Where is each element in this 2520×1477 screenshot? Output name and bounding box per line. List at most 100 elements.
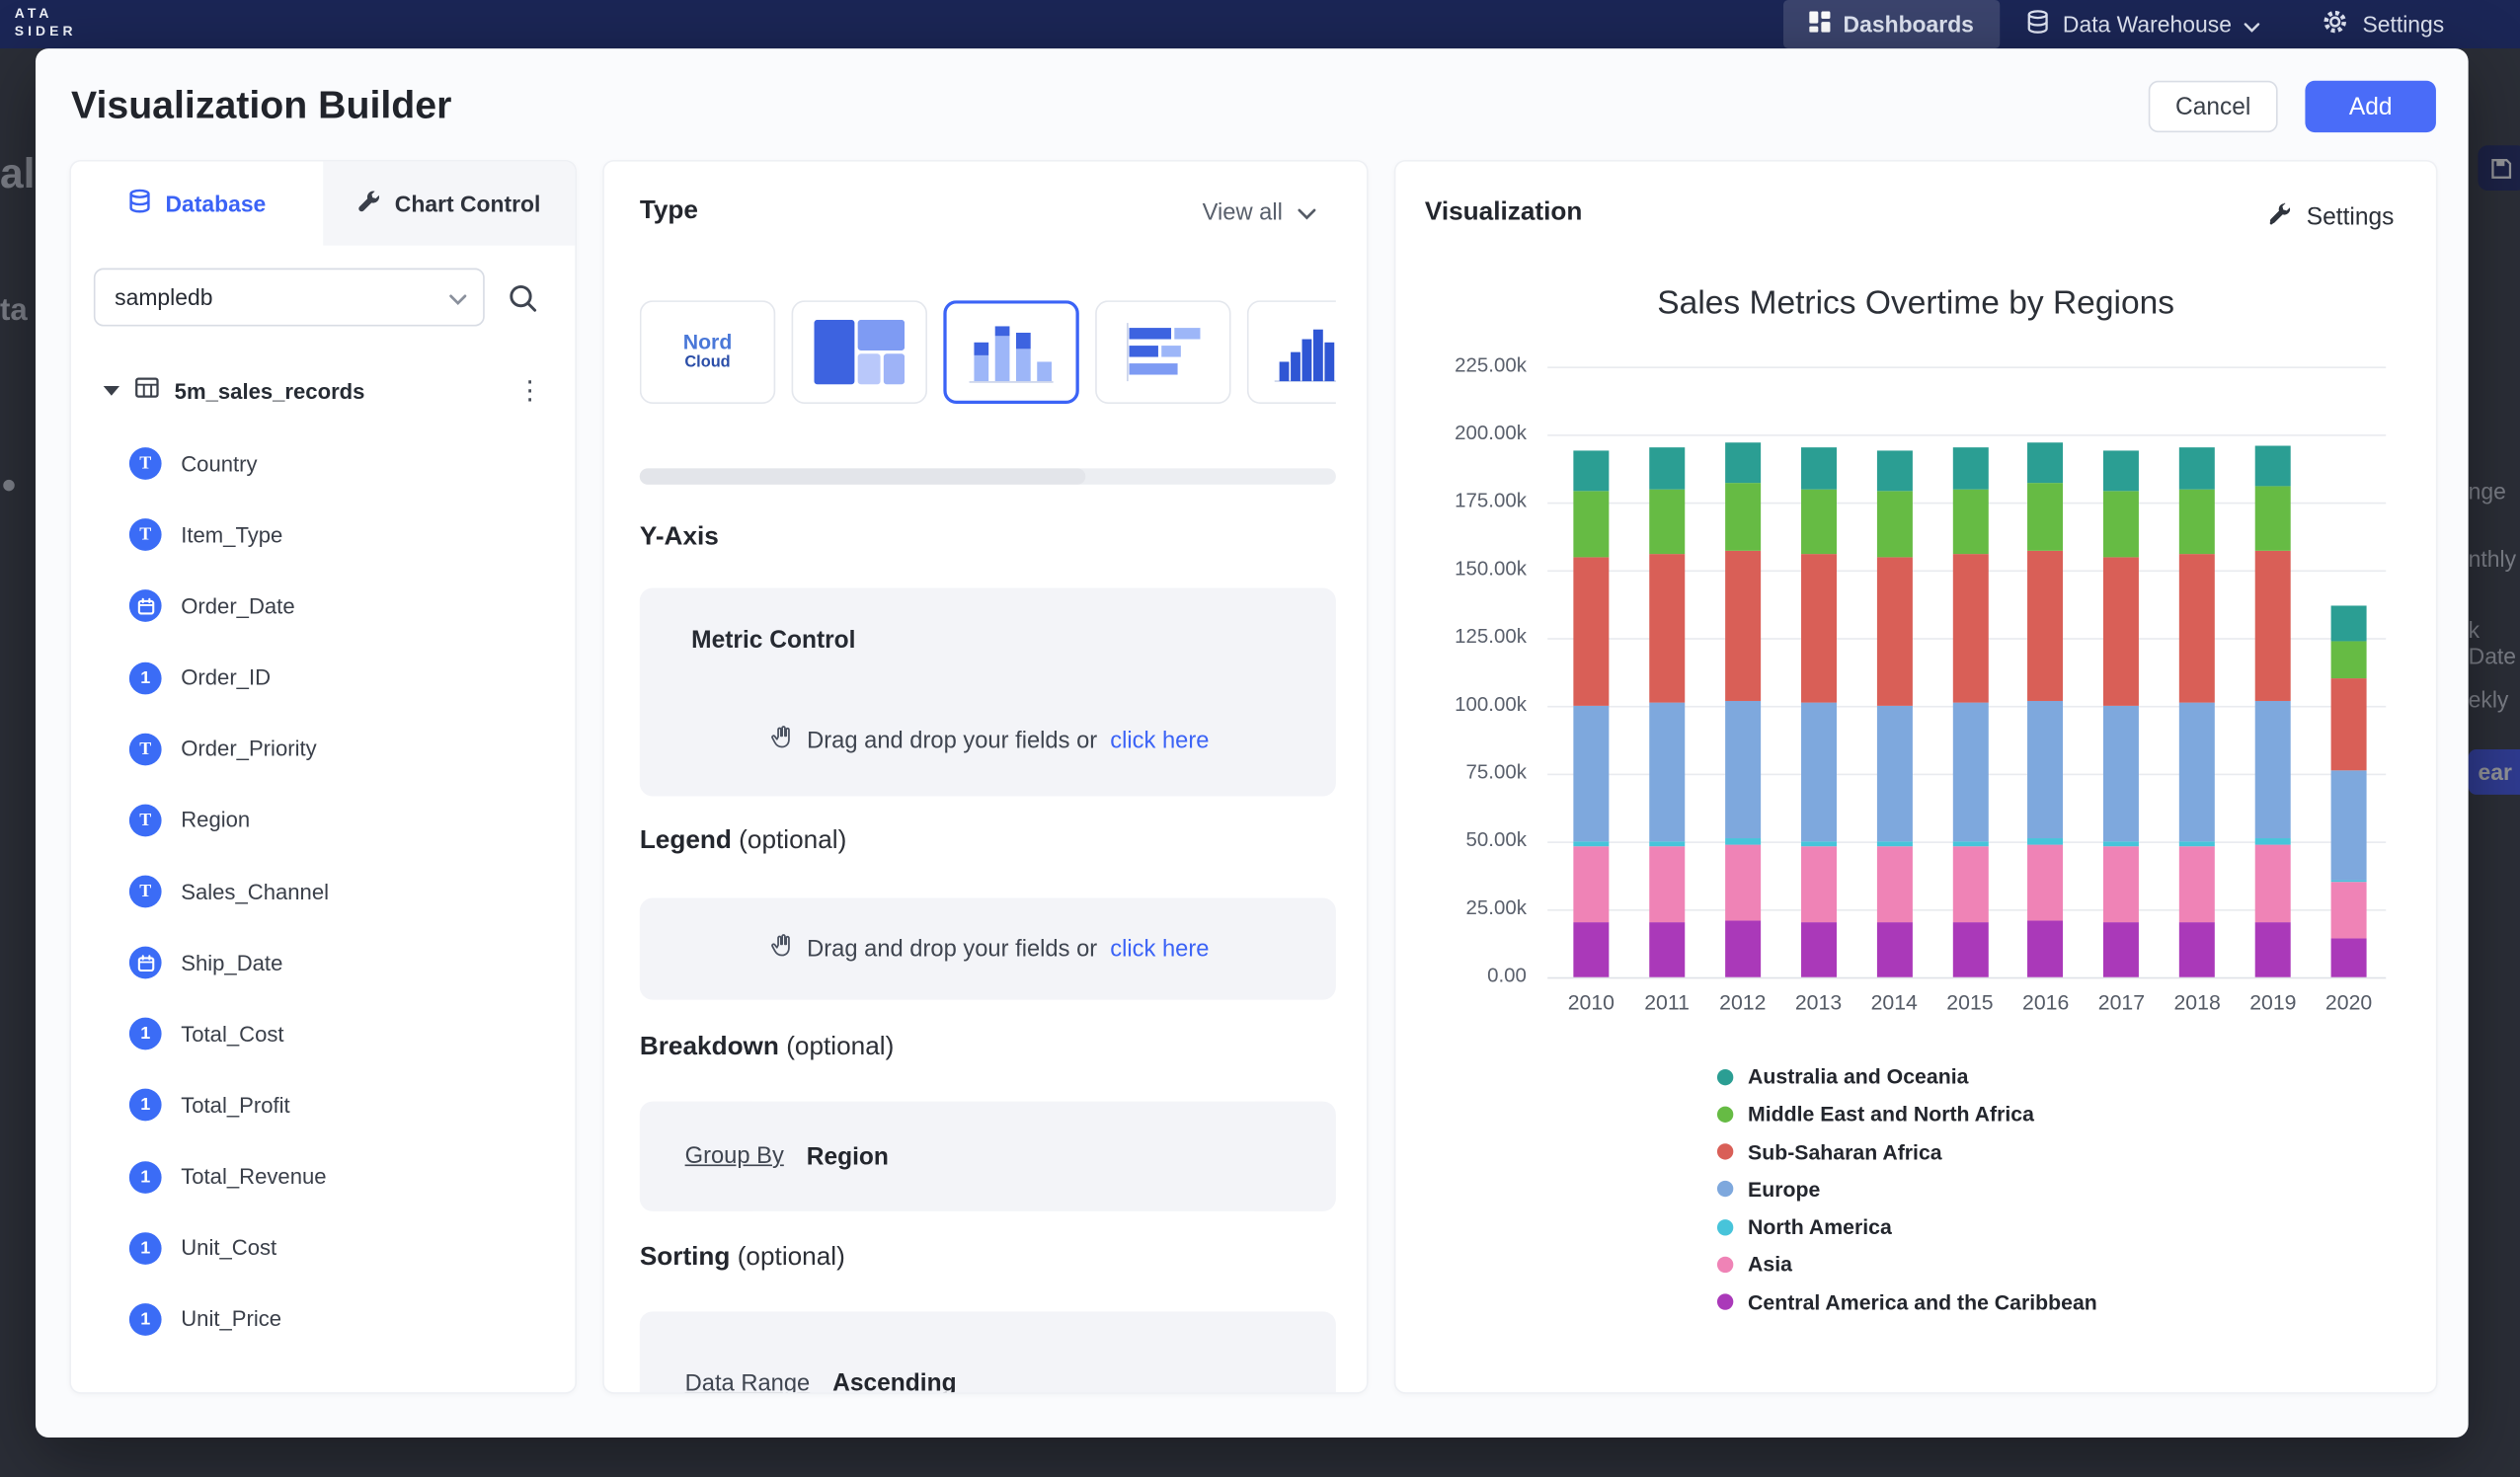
bar-segment xyxy=(2028,844,2064,920)
field-row-sales_channel[interactable]: TSales_Channel xyxy=(71,856,575,927)
add-button[interactable]: Add xyxy=(2305,81,2436,132)
bar-segment xyxy=(1876,847,1912,923)
chart-type-treemap[interactable] xyxy=(792,300,927,404)
field-row-order_priority[interactable]: T Order_Priority xyxy=(71,713,575,784)
bar-segment xyxy=(2255,551,2291,700)
bar-segment xyxy=(2255,923,2291,977)
drag-hand-icon xyxy=(766,724,794,757)
field-row-ship_date[interactable]: Ship_Date xyxy=(71,927,575,998)
number-field-icon: 1 xyxy=(129,1089,162,1122)
field-row-total_profit[interactable]: 1Total_Profit xyxy=(71,1070,575,1141)
bar-segment xyxy=(1649,703,1685,841)
legend-dropzone[interactable]: Drag and drop your fields or click here xyxy=(640,898,1336,1000)
bar-segment xyxy=(2179,448,2215,489)
bar-segment xyxy=(1649,841,1685,846)
y-tick-label: 100.00k xyxy=(1395,693,1527,716)
legend-item[interactable]: Asia xyxy=(1717,1254,2097,1275)
sort-order-value[interactable]: Ascending xyxy=(832,1369,956,1392)
top-nav: Dashboards Data Warehouse Settings xyxy=(1783,0,2444,48)
cancel-button[interactable]: Cancel xyxy=(2149,81,2278,132)
sort-field-label[interactable]: Data Range xyxy=(685,1370,811,1392)
bar-segment xyxy=(1952,448,1988,489)
bar-segment xyxy=(2331,678,2367,770)
bar-segment xyxy=(1649,448,1685,489)
search-icon[interactable] xyxy=(508,281,538,312)
chart-type-histogram[interactable] xyxy=(1247,300,1336,404)
table-name: 5m_sales_records xyxy=(175,379,493,404)
chart-type-scrollbar[interactable] xyxy=(640,468,1336,484)
tab-chart-control[interactable]: Chart Control xyxy=(323,162,575,246)
calendar-icon xyxy=(129,590,162,623)
bar-segment xyxy=(1952,703,1988,841)
nav-dashboards[interactable]: Dashboards xyxy=(1783,0,2000,48)
visualization-title: Visualization xyxy=(1425,198,1583,227)
text-field-icon: T xyxy=(129,733,162,765)
field-row-unit_cost[interactable]: 1Unit_Cost xyxy=(71,1212,575,1283)
bar-segment xyxy=(1952,554,1988,703)
nav-settings[interactable]: Settings xyxy=(2323,8,2445,40)
legend-swatch xyxy=(1717,1106,1733,1122)
bar-segment xyxy=(1573,841,1609,846)
chart-type-h-bars[interactable] xyxy=(1095,300,1230,404)
field-row-item_type[interactable]: TItem_Type xyxy=(71,500,575,571)
legend-swatch xyxy=(1717,1257,1733,1273)
field-row-country[interactable]: TCountry xyxy=(71,428,575,500)
bar-segment xyxy=(2028,442,2064,483)
number-field-icon: 1 xyxy=(129,1303,162,1336)
logo-line-1: ATA xyxy=(15,5,77,23)
caret-down-icon[interactable] xyxy=(104,386,119,396)
legend-item[interactable]: Middle East and North Africa xyxy=(1717,1104,2097,1125)
legend-item[interactable]: Sub-Saharan Africa xyxy=(1717,1141,2097,1162)
app-logo: ATA SIDER xyxy=(15,5,77,40)
bar-segment xyxy=(1725,551,1761,700)
x-tick-label: 2014 xyxy=(1857,990,1931,1015)
view-all-button[interactable]: View all xyxy=(1203,200,1317,226)
x-tick-label: 2010 xyxy=(1554,990,1628,1015)
tab-database-label: Database xyxy=(165,191,266,216)
bar-segment xyxy=(1801,554,1837,703)
breakdown-dropzone[interactable]: Group By Region xyxy=(640,1102,1336,1211)
plot-area xyxy=(1547,366,2386,976)
field-row-order_id[interactable]: 1Order_ID xyxy=(71,642,575,713)
group-by-label[interactable]: Group By xyxy=(685,1143,784,1169)
kebab-menu-icon[interactable]: ⋮ xyxy=(508,375,553,408)
scrollbar-thumb[interactable] xyxy=(640,468,1085,484)
metric-control-dropzone[interactable]: Metric Control Drag and drop your fields… xyxy=(640,587,1336,796)
database-icon xyxy=(2025,10,2050,39)
breakdown-section-label: Breakdown (optional) xyxy=(640,1034,895,1062)
field-row-unit_price[interactable]: 1Unit_Price xyxy=(71,1283,575,1355)
click-here-link[interactable]: click here xyxy=(1110,728,1209,753)
sorting-dropzone[interactable]: Data Range Ascending xyxy=(640,1311,1336,1392)
table-tree-item[interactable]: 5m_sales_records ⋮ xyxy=(104,368,553,414)
field-row-region[interactable]: TRegion xyxy=(71,785,575,856)
legend-item[interactable]: Europe xyxy=(1717,1179,2097,1200)
field-label: Item_Type xyxy=(181,523,282,548)
chevron-down-icon xyxy=(1298,200,1317,226)
legend-item[interactable]: North America xyxy=(1717,1216,2097,1237)
field-row-total_revenue[interactable]: 1Total_Revenue xyxy=(71,1141,575,1212)
bar-segment xyxy=(1876,841,1912,846)
legend-label: Asia xyxy=(1748,1254,1792,1275)
drop-hint-text: Drag and drop your fields or xyxy=(807,936,1097,962)
chart-type-column[interactable] xyxy=(943,300,1078,404)
breakdown-label: Breakdown xyxy=(640,1034,779,1061)
settings-button[interactable]: Settings xyxy=(2266,200,2395,234)
click-here-link[interactable]: click here xyxy=(1110,936,1209,962)
bar-segment xyxy=(1952,841,1988,846)
legend-label: North America xyxy=(1748,1216,1892,1237)
nav-data-warehouse[interactable]: Data Warehouse xyxy=(2025,10,2260,39)
gridline xyxy=(1547,433,2386,435)
datasource-select[interactable]: sampledb xyxy=(94,269,485,327)
legend-item[interactable]: Australia and Oceania xyxy=(1717,1066,2097,1087)
field-row-total_cost[interactable]: 1Total_Cost xyxy=(71,998,575,1069)
chart-type-word-cloud[interactable]: NordCloud xyxy=(640,300,775,404)
group-by-value[interactable]: Region xyxy=(807,1142,889,1170)
field-row-order_date[interactable]: Order_Date xyxy=(71,571,575,642)
legend-swatch xyxy=(1717,1294,1733,1310)
field-label: Order_Priority xyxy=(181,737,316,761)
bar-segment xyxy=(2103,847,2139,923)
bar-segment xyxy=(1801,489,1837,554)
bar-segment xyxy=(2255,839,2291,844)
legend-item[interactable]: Central America and the Caribbean xyxy=(1717,1291,2097,1312)
tab-database[interactable]: Database xyxy=(71,162,323,246)
